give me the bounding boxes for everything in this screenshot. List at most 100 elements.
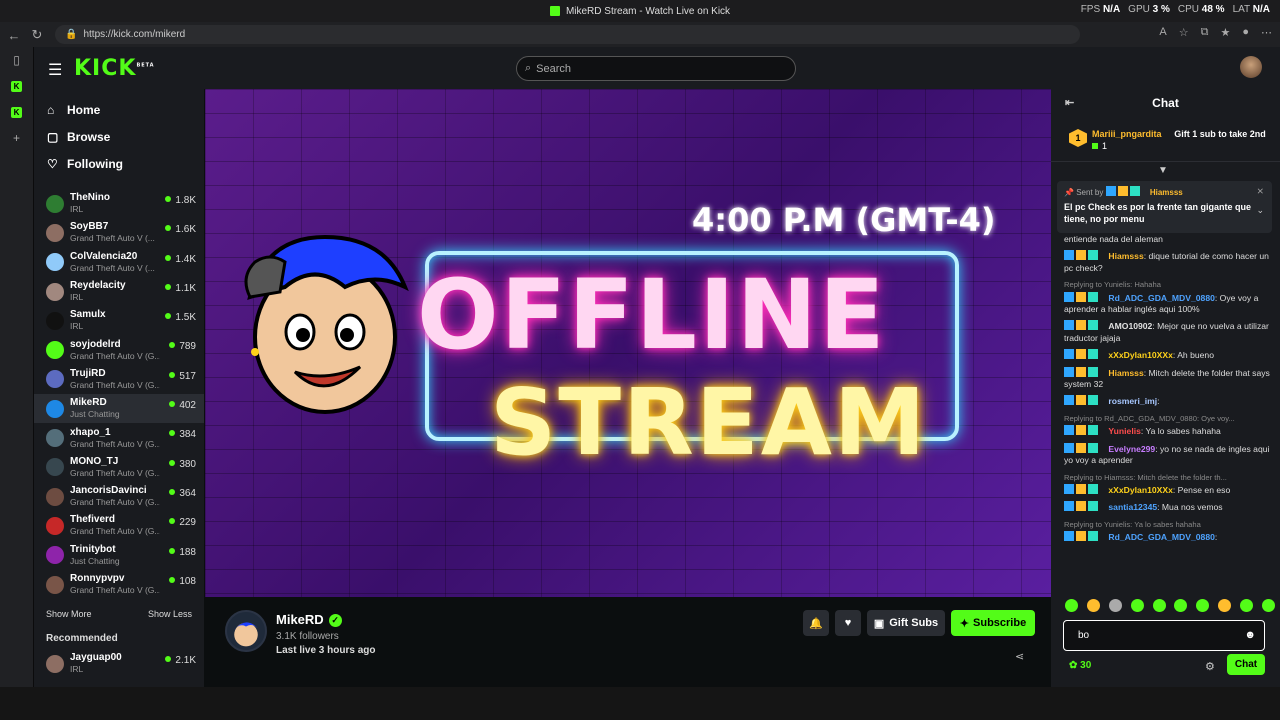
heart-icon: ♥ <box>844 617 852 629</box>
sidebar-channel-mikerd[interactable]: MikeRD Just Chatting 402 <box>34 394 204 424</box>
sidebar-channel-soybb7[interactable]: SoyBB7 Grand Theft Auto V (... 1.6K <box>34 218 204 247</box>
channel-name: Jayguap00 <box>70 652 122 664</box>
chat-username[interactable]: AMO10902 <box>1108 321 1152 331</box>
sidebar-channel-trujird[interactable]: TrujiRD Grand Theft Auto V (G... 517 <box>34 365 204 394</box>
back-icon[interactable]: ← <box>3 24 25 46</box>
reply-context: Replying to Yunielis: Ya lo sabes hahaha <box>1064 519 1201 529</box>
sidebar-item-browse[interactable]: ▢ Browse <box>34 123 204 150</box>
chat-settings-icon[interactable]: ⚙ <box>1205 660 1215 673</box>
user-badges <box>1105 186 1148 196</box>
gift-subs-button[interactable]: ▣ Gift Subs <box>867 610 945 636</box>
recommended-channel[interactable]: Jayguap00 IRL 2.1K <box>34 649 204 678</box>
emote-icon[interactable] <box>1261 599 1275 612</box>
more-menu-icon[interactable]: ⋯ <box>1261 26 1272 39</box>
emote-icon[interactable] <box>1240 599 1253 612</box>
browser-toolbar: ← ↻ 🔒 https://kick.com/mikerd A ☆ ⧉ ★ ● … <box>0 22 1280 47</box>
emote-icon[interactable] <box>1108 599 1122 612</box>
address-bar[interactable]: 🔒 https://kick.com/mikerd <box>55 25 1080 44</box>
emote-icon[interactable] <box>1086 599 1100 612</box>
gift-cta[interactable]: Gift 1 sub to take 2nd <box>1174 129 1266 139</box>
search-placeholder: Search <box>536 62 572 75</box>
new-tab-icon[interactable]: + <box>0 125 33 151</box>
chat-username[interactable]: xXxDylan10XXx <box>1108 485 1173 495</box>
emote-icon[interactable] <box>1152 599 1166 612</box>
gpu-readout: GPU 3 % <box>1128 4 1170 15</box>
last-live: Last live 3 hours ago <box>276 645 376 656</box>
user-badges <box>1064 366 1106 377</box>
url-text: https://kick.com/mikerd <box>83 29 186 40</box>
gifter-name[interactable]: Mariii_pngardita <box>1092 129 1162 139</box>
chat-title: Chat <box>1152 95 1179 110</box>
sidebar-channel-colvalencia20[interactable]: ColValencia20 Grand Theft Auto V (... 1.4K <box>34 248 204 277</box>
sidebar-item-following[interactable]: ♡ Following <box>34 150 204 177</box>
pinned-message[interactable]: 📌 Sent by Hiamsss El pc Check es por la … <box>1057 181 1272 233</box>
channel-name: TheNino <box>70 192 110 204</box>
sidebar-channel-soyjodelrd[interactable]: soyjodelrd Grand Theft Auto V (G... 789 <box>34 335 204 364</box>
reload-icon[interactable]: ↻ <box>26 24 48 46</box>
sidebar-channel-trinitybot[interactable]: Trinitybot Just Chatting 188 <box>34 541 204 570</box>
chat-username[interactable]: xXxDylan10XXx <box>1108 350 1173 360</box>
search-icon: ⌕ <box>525 62 532 74</box>
sidebar-channel-mono_tj[interactable]: MONO_TJ Grand Theft Auto V (G... 380 <box>34 453 204 482</box>
chat-username[interactable]: santia12345 <box>1108 502 1157 512</box>
channel-category: Grand Theft Auto V (G... <box>70 497 160 508</box>
sidebar-item-home[interactable]: ⌂ Home <box>34 96 204 123</box>
tab-actions-icon[interactable]: ▯ <box>0 47 33 73</box>
emote-icon[interactable] <box>1130 599 1144 612</box>
channel-category: IRL <box>70 664 84 675</box>
expand-chevron-icon[interactable]: ▼ <box>1158 165 1168 176</box>
show-less-button[interactable]: Show Less <box>148 609 192 619</box>
browser-actions: A ☆ ⧉ ★ ● ⋯ <box>1159 26 1272 39</box>
emote-icon[interactable] <box>1174 599 1188 612</box>
collapse-chat-icon[interactable]: ⇤ <box>1065 96 1074 109</box>
chat-username[interactable]: Yunielis <box>1108 426 1140 436</box>
pinned-user: Hiamsss <box>1149 188 1183 197</box>
channel-points[interactable]: ✿ 30 <box>1069 660 1091 671</box>
sidebar-channel-jancorisdavinci[interactable]: JancorisDavinci Grand Theft Auto V (G... 3… <box>34 482 204 511</box>
chat-username[interactable]: rosmeri_imj <box>1108 396 1157 406</box>
sidebar-channel-samulx[interactable]: Samulx IRL 1.5K <box>34 306 204 335</box>
search-input[interactable]: ⌕ Search <box>516 56 796 81</box>
chat-text: : Pense en eso <box>1172 484 1231 495</box>
tab-kick-1[interactable]: K <box>0 73 33 99</box>
perf-overlay: FPS N/A GPU 3 % CPU 48 % LAT N/A <box>1081 4 1270 15</box>
notification-bell-button[interactable]: 🔔 <box>803 610 829 636</box>
show-more-button[interactable]: Show More <box>46 609 92 619</box>
chat-username[interactable]: Rd_ADC_GDA_MDV_0880 <box>1108 293 1215 303</box>
chat-input[interactable]: bo ☻ <box>1063 620 1265 651</box>
follow-heart-button[interactable]: ♥ <box>835 610 861 636</box>
kick-logo[interactable]: KICKBETA <box>74 56 155 81</box>
channel-avatar[interactable] <box>225 610 267 652</box>
channel-name[interactable]: MikeRD <box>276 612 324 627</box>
sidebar-channel-thenino[interactable]: TheNino IRL 1.8K <box>34 189 204 218</box>
sidebar-channel-thefiverd[interactable]: Thefiverd Grand Theft Auto V (G... 229 <box>34 511 204 540</box>
chat-username[interactable]: Evelyne299 <box>1108 444 1155 454</box>
chat-username[interactable]: Rd_ADC_GDA_MDV_0880 <box>1108 532 1215 542</box>
sidebar-channel-reydelacity[interactable]: Reydelacity IRL 1.1K <box>34 277 204 306</box>
chat-username[interactable]: Hiamsss <box>1108 368 1143 378</box>
video-player[interactable]: 4:00 P.M (GMT-4) OFFLINE STREAM <box>205 89 1051 597</box>
user-badges <box>1064 442 1106 453</box>
tab-kick-2[interactable]: K <box>0 99 33 125</box>
extensions-icon[interactable]: ⧉ <box>1201 26 1209 39</box>
read-aloud-icon[interactable]: A <box>1159 26 1166 39</box>
emote-icon[interactable] <box>1196 599 1210 612</box>
unpin-icon[interactable]: ⨯ <box>1256 186 1264 197</box>
collections-icon[interactable]: ★ <box>1220 26 1230 39</box>
send-chat-button[interactable]: Chat <box>1227 654 1265 675</box>
chat-username[interactable]: Hiamsss <box>1108 251 1143 261</box>
hamburger-menu-icon[interactable]: ☰ <box>48 60 62 80</box>
chat-text: : <box>1214 532 1218 543</box>
emoji-picker-icon[interactable]: ☻ <box>1244 629 1256 641</box>
emote-icon[interactable] <box>1218 599 1232 612</box>
sidebar-channel-ronnypvpv[interactable]: Ronnypvpv Grand Theft Auto V (G... 108 <box>34 570 204 599</box>
chevron-down-icon[interactable]: ⌄ <box>1256 205 1264 216</box>
sidebar-channel-xhapo_1[interactable]: xhapo_1 Grand Theft Auto V (G... 384 <box>34 423 204 452</box>
subscribe-button[interactable]: ✦ Subscribe <box>951 610 1035 636</box>
share-icon[interactable]: ⋖ <box>1015 650 1024 663</box>
profile-icon[interactable]: ● <box>1242 26 1249 39</box>
user-avatar[interactable] <box>1240 56 1262 78</box>
emote-icon[interactable] <box>1065 599 1078 612</box>
channel-avatar <box>46 458 64 477</box>
favorite-star-icon[interactable]: ☆ <box>1179 26 1189 39</box>
